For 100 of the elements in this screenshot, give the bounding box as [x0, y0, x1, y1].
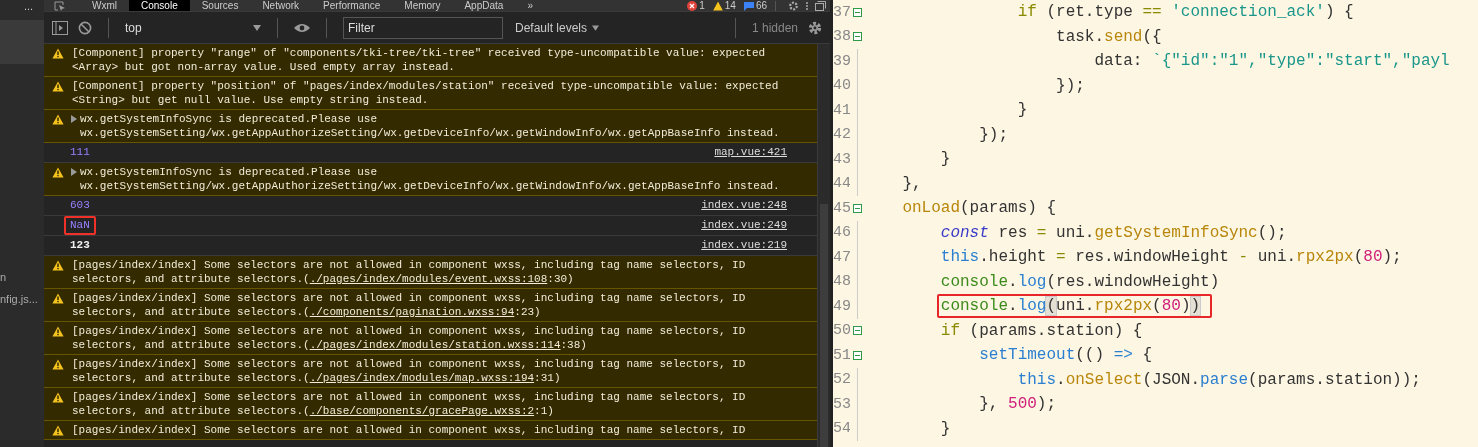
expand-triangle-icon[interactable]: [71, 168, 77, 176]
more-tabs[interactable]: »: [515, 0, 545, 11]
line-number: 39: [833, 52, 850, 70]
warning-text: wx.getSystemInfoSync is deprecated.Please use wx.getSystemSetting/wx.getAppAuthorizeSetting/wx.getDeviceInfo/wx.getWindowInfo/wx.getAppBaseInfo instead.: [80, 113, 780, 139]
code-line: }: [939, 419, 952, 438]
source-link[interactable]: index.vue:249: [701, 218, 787, 234]
warning-icon: [52, 260, 64, 271]
source-link[interactable]: ./components/pagination.wxss:94: [309, 306, 515, 318]
fold-icon[interactable]: [853, 350, 862, 360]
log-levels-dropdown[interactable]: Default levels: [515, 20, 600, 35]
source-link[interactable]: index.vue:219: [701, 238, 787, 254]
code-line: }: [939, 150, 952, 169]
position-text: :38): [560, 339, 587, 351]
line-number: 47: [833, 248, 850, 266]
warning-icon: [52, 392, 64, 403]
logged-value: 123: [69, 238, 91, 253]
error-count: 1: [699, 0, 705, 11]
line-number: 53: [833, 395, 850, 413]
position-text: :30): [547, 273, 574, 285]
line-number: 40: [833, 77, 850, 95]
warning-text: [pages/index/index] Some selectors are not allowed in component wxss, including tag name selectors, ID selectors, and attribute selectors.(./pages/index/modules/station.wxss:114:38): [72, 325, 746, 351]
warning-icon: [52, 293, 64, 304]
code-line: task.send({: [1055, 27, 1163, 46]
message-icon: [743, 0, 754, 11]
line-number: 42: [833, 126, 850, 144]
source-link[interactable]: index.vue:248: [701, 198, 787, 214]
source-link[interactable]: ./pages/index/modules/station.wxss:114: [309, 339, 561, 351]
warning-text: [pages/index/index] Some selectors are not allowed in component wxss, including tag name selectors, ID selectors, and attribute selectors.(./components/pagination.wxss:94:23): [72, 292, 746, 318]
file-item[interactable]: n: [0, 270, 44, 284]
warning-text: [pages/index/index] Some selectors are not allowed in component wxss, including tag name selectors, ID selectors, and attribute selectors.(./base/components/gracePage.wxss:2:1): [72, 391, 746, 417]
line-number: 50: [833, 322, 850, 340]
devtools-tab[interactable]: Wxml: [80, 0, 129, 11]
file-item[interactable]: nfig.js...: [0, 292, 44, 306]
code-line: data: `{"id":"1","type":"start","payl: [1093, 52, 1451, 71]
fold-icon[interactable]: [853, 7, 862, 17]
fold-icon[interactable]: [853, 326, 862, 336]
line-number: 51: [833, 346, 850, 364]
line-number: 37: [833, 3, 850, 21]
devtools-tab[interactable]: Sources: [189, 0, 251, 11]
hidden-count: 1 hidden: [751, 20, 798, 35]
code-line: }: [1016, 101, 1029, 120]
devtools-tab[interactable]: Network: [250, 0, 312, 11]
line-number: 54: [833, 420, 850, 438]
warning-icon: [712, 0, 723, 11]
source-link[interactable]: ./pages/index/modules/map.wxss:194: [309, 372, 535, 384]
expand-triangle-icon[interactable]: [71, 115, 77, 123]
line-number: 41: [833, 101, 850, 119]
line-number: 44: [833, 175, 850, 193]
filter-field[interactable]: Filter: [343, 16, 503, 39]
line-number: 38: [833, 28, 850, 46]
line-number: 43: [833, 150, 850, 168]
logged-value: 111: [69, 145, 91, 160]
devtools-tab[interactable]: Console: [129, 0, 190, 11]
source-link[interactable]: map.vue:421: [714, 145, 787, 161]
logged-value: 603: [69, 198, 91, 213]
devtools-tab[interactable]: Memory: [392, 0, 453, 11]
devtools-tab[interactable]: Performance: [311, 0, 393, 11]
devtools-tab[interactable]: AppData: [452, 0, 516, 11]
code-line: });: [1055, 76, 1086, 95]
code-line: this.height = res.windowHeight - uni.rpx2px(80);: [939, 248, 1403, 267]
dock-icon[interactable]: [815, 0, 826, 11]
settings-icon[interactable]: [788, 0, 799, 11]
sidebar-toggle-icon[interactable]: [52, 20, 68, 35]
dropdown-caret-icon: [592, 24, 600, 31]
line-number: 48: [833, 273, 850, 291]
fold-icon[interactable]: [853, 32, 862, 42]
code-line: this.onSelect(JSON.parse(params.station));: [1016, 370, 1422, 389]
position-text: :31): [534, 372, 561, 384]
line-number: 45: [833, 199, 850, 217]
scrollbar[interactable]: [817, 44, 830, 447]
code-line: }, 500);: [978, 395, 1058, 414]
more-options-icon[interactable]: [805, 0, 809, 11]
code-line: });: [978, 125, 1010, 144]
clear-console-icon[interactable]: [78, 20, 92, 35]
code-line: console.log(res.windowHeight): [939, 272, 1221, 291]
position-text: :23): [514, 306, 541, 318]
info-count: 66: [755, 0, 767, 11]
code-line: if (ret.type == 'connection_ack') {: [1016, 3, 1355, 22]
warning-text: [pages/index/index] Some selectors are not allowed in component wxss, including tag name selectors, ID selectors, and attribute selectors.(./pages/index/modules/map.wxss:194:31): [72, 358, 746, 384]
fold-icon[interactable]: [853, 203, 862, 213]
dropdown-caret-icon: [253, 24, 261, 31]
warning-text: wx.getSystemInfoSync is deprecated.Please use wx.getSystemSetting/wx.getAppAuthorizeSetting/wx.getDeviceInfo/wx.getWindowInfo/wx.getAppBaseInfo instead.: [80, 166, 780, 192]
eye-icon[interactable]: [294, 22, 310, 33]
warning-icon: [52, 326, 64, 337]
settings-icon[interactable]: [808, 20, 822, 35]
code-line: if (params.station) {: [939, 321, 1144, 340]
source-link[interactable]: ./pages/index/modules/event.wxss:108: [309, 273, 548, 285]
warning-text: [pages/index/index] Some selectors are not allowed in component wxss, including tag name selectors, ID: [72, 424, 746, 436]
source-link[interactable]: ./base/components/gracePage.wxss:2: [309, 405, 535, 417]
warning-text: [Component] property "position" of "pages/index/modules/station" received type-uncompatible value: expected <String> but get null value. Use empty string instead.: [72, 80, 779, 106]
warning-icon: [52, 48, 64, 59]
menu-dots[interactable]: ...: [0, 0, 44, 12]
code-line: },: [901, 174, 923, 193]
warning-count: 14: [724, 0, 736, 11]
inspect-cursor-icon[interactable]: [54, 0, 66, 11]
code-line: onLoad(params) {: [901, 199, 1058, 218]
context-select[interactable]: top: [125, 20, 261, 35]
warning-icon: [52, 359, 64, 370]
line-number: 46: [833, 224, 850, 242]
warning-icon: [52, 425, 64, 436]
